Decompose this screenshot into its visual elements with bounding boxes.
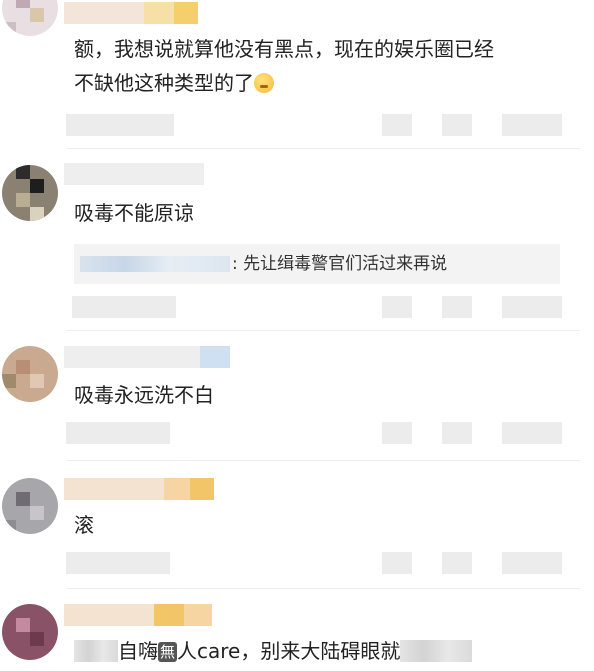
comment-meta-blurred[interactable] <box>66 114 566 136</box>
reply-username-blurred[interactable] <box>80 256 230 272</box>
divider <box>66 330 580 331</box>
comment-text: 吸毒不能原谅 <box>74 201 194 225</box>
username-blurred[interactable] <box>64 2 198 24</box>
divider <box>66 588 580 589</box>
comment-text: 滚 <box>74 513 94 537</box>
comment-text: 不缺他这种类型的了 <box>74 66 274 100</box>
avatar[interactable] <box>2 478 58 534</box>
username-blurred[interactable] <box>64 478 214 500</box>
blurred-text <box>400 640 473 662</box>
username-blurred[interactable] <box>64 604 212 626</box>
comment-meta-blurred[interactable] <box>66 296 566 318</box>
comment-text-part: 自嗨 <box>118 639 158 663</box>
divider <box>66 148 580 149</box>
avatar[interactable] <box>2 0 58 36</box>
reply-text: : 先让缉毒警官们活过来再说 <box>232 254 448 274</box>
comment-text: 吸毒永远洗不白 <box>74 383 214 407</box>
username-blurred[interactable] <box>64 346 230 368</box>
badge-wu: 無 <box>158 642 178 662</box>
comment-meta-blurred[interactable] <box>66 422 566 444</box>
reply-preview[interactable]: : 先让缉毒警官们活过来再说 <box>74 244 560 284</box>
username-blurred[interactable] <box>64 163 204 185</box>
comment-meta-blurred[interactable] <box>66 552 566 574</box>
divider <box>66 460 580 461</box>
comment-text-line: 不缺他这种类型的了 <box>74 71 254 95</box>
thinking-face-icon <box>254 73 274 93</box>
comment-text-part: 人care，别来大陆碍眼就 <box>177 639 401 663</box>
avatar[interactable] <box>2 165 58 221</box>
comment-text: 额，我想说就算他没有黑点，现在的娱乐圈已经 <box>74 37 494 61</box>
avatar[interactable] <box>2 604 58 660</box>
blurred-text <box>74 640 118 662</box>
avatar[interactable] <box>2 346 58 402</box>
comment-text: 自嗨無人care，别来大陆碍眼就 <box>74 634 473 668</box>
